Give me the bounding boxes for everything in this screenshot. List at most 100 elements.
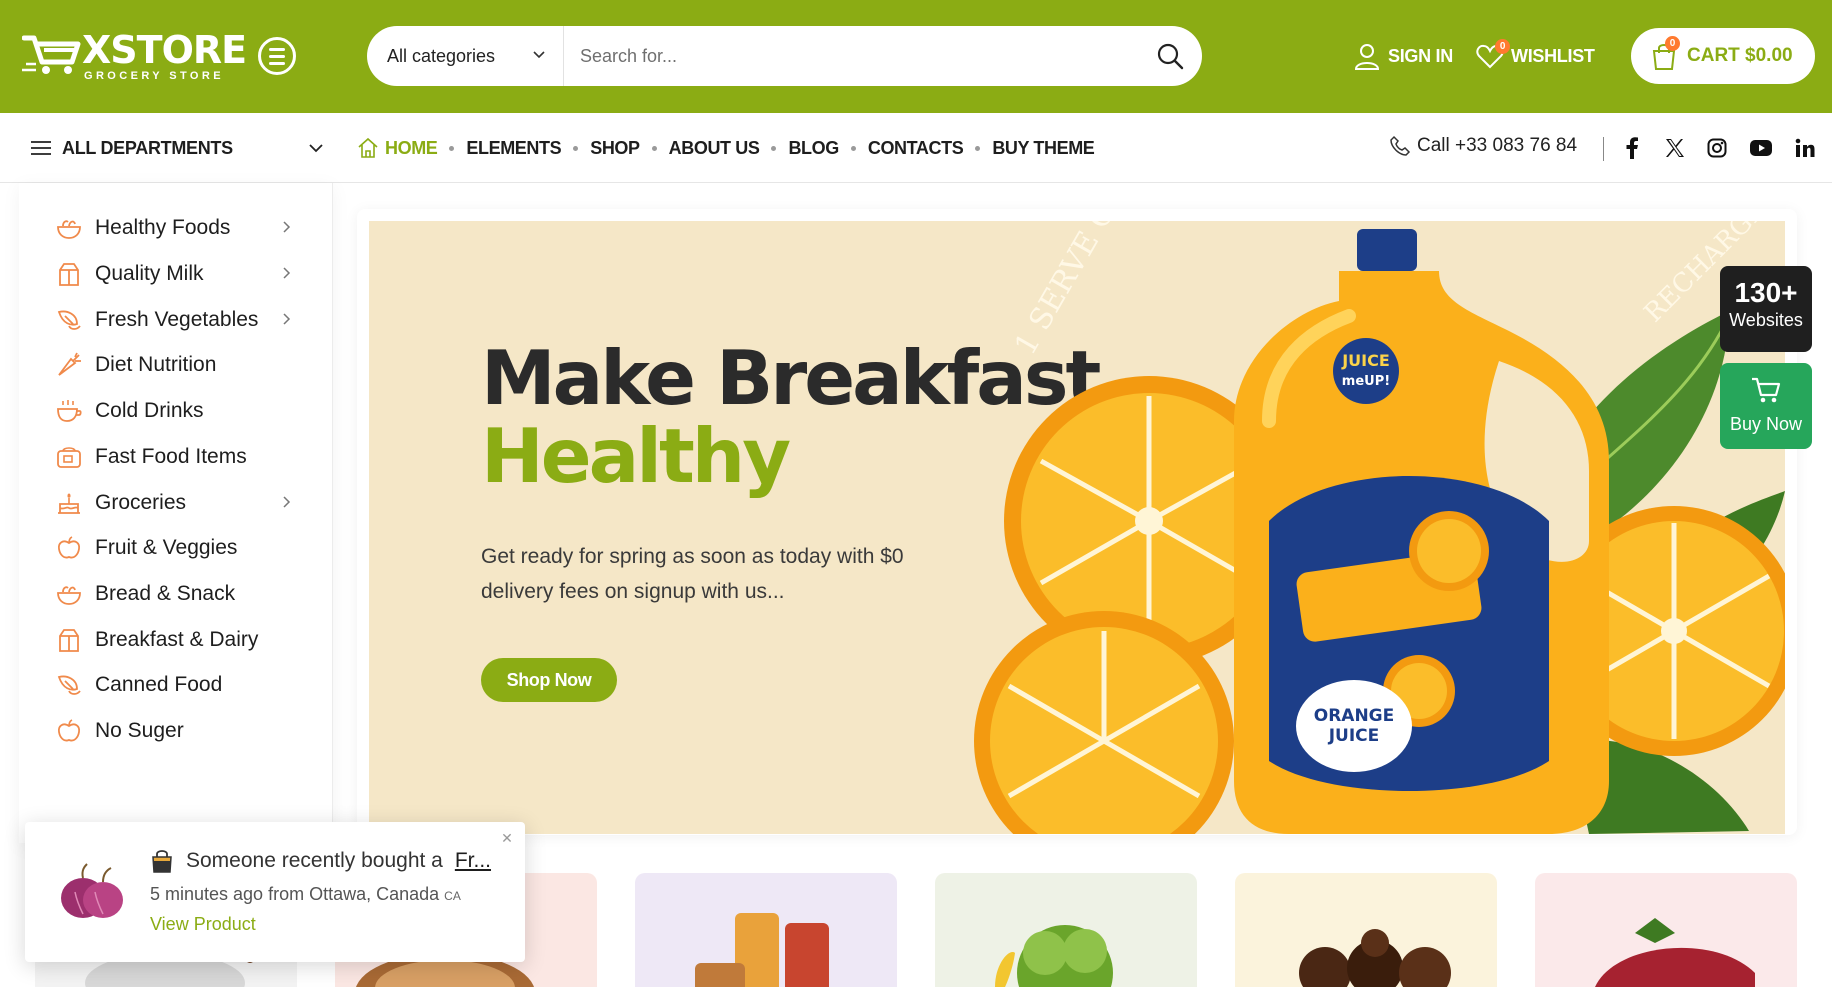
wishlist-count-badge: 0	[1495, 39, 1510, 54]
nav-blog[interactable]: BLOG	[788, 138, 839, 159]
facebook-icon	[1626, 137, 1638, 159]
sidebar-item-healthy-foods[interactable]: Healthy Foods	[55, 208, 315, 248]
wishlist-label: WISHLIST	[1511, 45, 1595, 66]
nav-separator	[771, 145, 777, 151]
x-link[interactable]	[1662, 135, 1688, 161]
hero-banner: Make Breakfast Healthy Get ready for spr…	[369, 221, 1785, 834]
svg-text:JUICE: JUICE	[1341, 351, 1390, 370]
chevron-down-icon	[533, 51, 545, 59]
sidebar-item-quality-milk[interactable]: Quality Milk	[55, 254, 315, 294]
sidebar-item-breakfast-dairy[interactable]: Breakfast & Dairy	[55, 620, 315, 660]
facebook-link[interactable]	[1619, 135, 1645, 161]
bowl-icon	[57, 586, 81, 605]
category-card-chocolate[interactable]	[1235, 873, 1497, 987]
category-card-canned[interactable]	[635, 873, 897, 987]
cart-button[interactable]: 0 CART $0.00	[1631, 28, 1815, 84]
category-card-meat[interactable]	[1535, 873, 1797, 987]
sidebar-item-diet-nutrition[interactable]: Diet Nutrition	[55, 345, 315, 385]
sidebar-item-bread-snack[interactable]: Bread & Snack	[55, 574, 315, 614]
sidebar-item-groceries[interactable]: Groceries	[55, 483, 315, 523]
buy-now-badge[interactable]: Buy Now	[1720, 363, 1812, 449]
category-select-value: All categories	[387, 45, 496, 66]
chocolates-image	[1299, 929, 1451, 987]
user-icon	[1354, 44, 1380, 70]
all-departments-toggle[interactable]: ALL DEPARTMENTS	[30, 113, 325, 183]
milk-box-icon	[59, 263, 79, 286]
phone-icon	[1390, 135, 1411, 156]
phone-number: Call +33 083 76 84	[1417, 135, 1578, 156]
cake-icon	[58, 493, 80, 514]
cart-icon	[1752, 377, 1781, 403]
websites-label: Websites	[1729, 310, 1803, 330]
svg-text:meUP!: meUP!	[1342, 374, 1390, 389]
main-navbar: ALL DEPARTMENTS HOME ELEMENTS SHOP ABOUT…	[0, 113, 1832, 183]
sidebar-item-label: Cold Drinks	[95, 399, 204, 422]
home-icon	[358, 137, 378, 158]
leaf-icon	[57, 675, 81, 695]
sign-in-label: SIGN IN	[1388, 45, 1453, 66]
lettuce-image	[995, 925, 1113, 987]
search-bar: All categories	[367, 26, 1202, 86]
apple-icon	[57, 719, 81, 742]
search-input[interactable]	[564, 26, 1124, 86]
buy-now-label: Buy Now	[1729, 414, 1803, 434]
chevron-right-icon	[283, 221, 291, 233]
wishlist-link[interactable]: 0 WISHLIST	[1475, 39, 1595, 72]
toast-product-link[interactable]: Fr...	[455, 849, 491, 873]
sidebar-item-no-suger[interactable]: No Suger	[55, 711, 315, 751]
nav-separator	[975, 145, 981, 151]
nav-shop[interactable]: SHOP	[590, 138, 640, 159]
sidebar-item-label: Breakfast & Dairy	[95, 628, 259, 651]
sidebar-item-label: Fruit & Veggies	[95, 536, 238, 559]
websites-badge[interactable]: 130+ Websites	[1720, 266, 1812, 352]
hamburger-menu-button[interactable]	[258, 37, 296, 75]
nav-separator	[651, 145, 657, 151]
store-logo[interactable]: XSTORE GROCERY STORE	[22, 28, 247, 84]
shop-now-button[interactable]: Shop Now	[481, 658, 617, 702]
phone-contact[interactable]: Call +33 083 76 84	[1389, 135, 1577, 157]
hero-description: Get ready for spring as soon as today wi…	[481, 545, 904, 603]
nav-separator	[850, 145, 856, 151]
sidebar-item-fast-food-items[interactable]: Fast Food Items	[55, 437, 315, 477]
search-button[interactable]	[1152, 38, 1188, 74]
sidebar-item-fruit-veggies[interactable]: Fruit & Veggies	[55, 528, 315, 568]
toast-message: Someone recently bought a Fr...	[150, 846, 520, 876]
sidebar-item-label: Bread & Snack	[95, 582, 236, 605]
sidebar-item-label: Fast Food Items	[95, 445, 247, 468]
nav-home-label: HOME	[385, 137, 438, 158]
apple-icon	[57, 536, 81, 559]
carrot-icon	[58, 352, 81, 376]
nav-buy-theme[interactable]: BUY THEME	[992, 138, 1094, 159]
toast-country-code: CA	[444, 889, 461, 903]
sidebar-item-cold-drinks[interactable]: Cold Drinks	[55, 391, 315, 431]
websites-count: 130+	[1734, 277, 1798, 308]
nav-separator	[573, 145, 579, 151]
leaf-icon	[57, 310, 81, 330]
sidebar-item-label: Groceries	[95, 491, 187, 514]
sidebar-item-label: No Suger	[95, 719, 184, 742]
chevron-right-icon	[283, 267, 291, 279]
meat-image	[1595, 918, 1755, 987]
instagram-link[interactable]	[1704, 135, 1730, 161]
toast-time-location: 5 minutes ago from Ottawa, Canada	[150, 884, 440, 904]
linkedin-link[interactable]	[1792, 135, 1818, 161]
sidebar-item-canned-food[interactable]: Canned Food	[55, 665, 315, 705]
nav-about-us[interactable]: ABOUT US	[669, 138, 760, 159]
sign-in-link[interactable]: SIGN IN	[1352, 40, 1453, 72]
cup-icon	[57, 400, 82, 422]
nav-contacts[interactable]: CONTACTS	[867, 137, 964, 159]
sidebar-item-label: Healthy Foods	[95, 216, 231, 239]
nav-home[interactable]: HOME	[357, 137, 438, 159]
nav-separator	[449, 145, 455, 151]
chevron-right-icon	[283, 313, 291, 325]
category-select[interactable]: All categories	[367, 26, 564, 86]
close-icon[interactable]: ✕	[499, 830, 515, 846]
svg-text:ORANGE: ORANGE	[1314, 706, 1395, 726]
nav-elements[interactable]: ELEMENTS	[466, 138, 561, 159]
category-card-vegetables[interactable]	[935, 873, 1197, 987]
nav-contacts-label: CONTACTS	[867, 137, 964, 158]
view-product-link[interactable]: View Product	[150, 914, 256, 935]
sidebar-item-fresh-vegetables[interactable]: Fresh Vegetables	[55, 300, 315, 340]
cart-icon-wrap: 0	[1651, 36, 1680, 70]
youtube-link[interactable]	[1748, 135, 1774, 161]
